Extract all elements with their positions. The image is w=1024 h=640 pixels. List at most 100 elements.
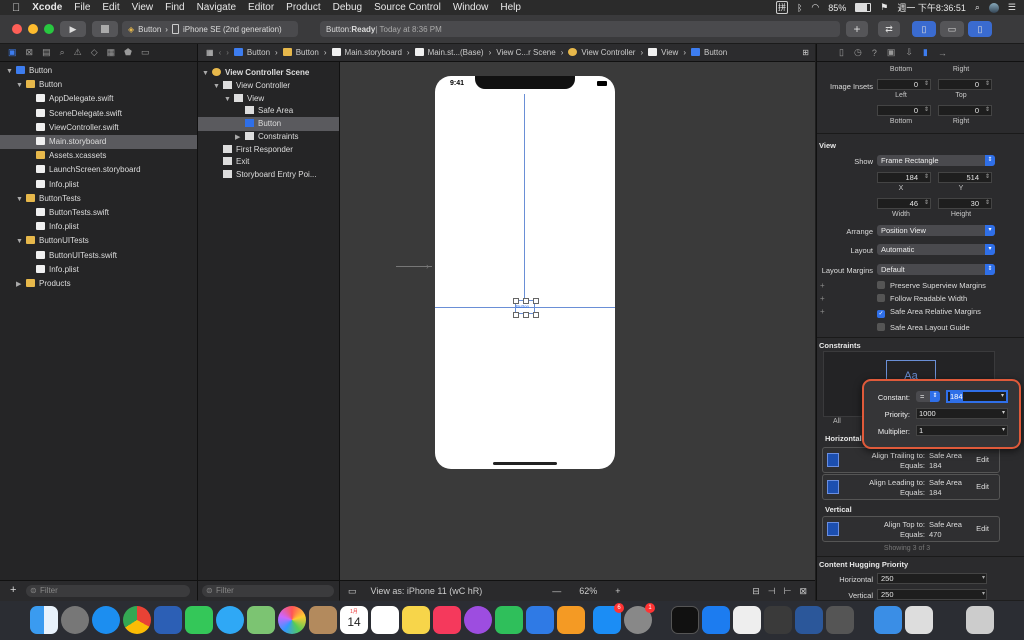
photos-icon[interactable] [278,606,306,634]
inset-right-field[interactable]: 0 ⇕ [938,105,992,116]
outline-scene-title[interactable]: ▼ View Controller Scene [202,66,309,80]
resize-handle[interactable] [513,298,519,304]
minimize-window-button[interactable] [28,24,38,34]
add-constraints-icon[interactable]: ⊢ [784,586,792,597]
menu-product[interactable]: Product [286,2,320,13]
inset-top-field[interactable]: 0 ⇕ [938,79,992,90]
documents-stack-icon[interactable] [905,606,933,634]
constraint-leading-card[interactable]: Align Leading to: Safe Area Equals: 184 … [822,474,1000,500]
menu-navigate[interactable]: Navigate [197,2,236,13]
constant-field[interactable]: 184 ▾ [946,390,1008,403]
size-inspector-icon[interactable]: ▮ [923,47,928,58]
relation-popup[interactable]: = ⇕ [916,391,940,402]
add-editor-icon[interactable]: ⊞ [802,48,809,57]
bluetooth-icon[interactable]: ᛒ [797,3,802,13]
disclosure-triangle-icon[interactable]: ▼ [16,235,26,249]
storyboard-canvas[interactable]: › 9:41 Button [340,62,815,580]
layout-margins-popup[interactable]: Default ⇕ [877,264,995,275]
navigator-item[interactable]: Main.storyboard [0,135,197,149]
debug-icon[interactable]: ▦ [107,47,116,58]
outline-item[interactable]: Storyboard Entry Poi... [198,168,339,182]
follow-readable-width-checkbox[interactable]: Follow Readable Width [877,294,967,303]
jump-view[interactable]: View [648,48,678,57]
calendar-icon[interactable]: 1月 14 [340,606,368,634]
hierarchy-icon[interactable]: ▤ [42,47,51,58]
file-inspector-icon[interactable]: ▯ [839,47,844,58]
edit-constraint-button[interactable]: Edit [976,482,989,491]
forward-icon[interactable]: › [226,48,229,57]
navigator-item[interactable]: ▼ Button [0,78,197,92]
run-button[interactable]: ▶ [60,21,86,37]
menu-source-control[interactable]: Source Control [374,2,441,13]
simulator-icon[interactable] [733,606,761,634]
stop-button[interactable] [92,21,118,37]
attributes-inspector-icon[interactable]: ⇩ [905,47,913,58]
navigator-item[interactable]: ButtonTests.swift [0,206,197,220]
toggle-inspector-button[interactable]: ▯ [968,21,992,37]
scheme-selector[interactable]: ◈ Button › iPhone SE (2nd generation) [122,21,298,37]
activity-monitor-icon[interactable] [671,606,699,634]
screen-capture-icon[interactable] [826,606,854,634]
notification-center-icon[interactable]: ☰ [1008,2,1016,13]
battery-percent[interactable]: 85% [828,3,846,13]
chrome-icon[interactable] [123,606,151,634]
vertical-constraint-line[interactable] [524,94,525,300]
constraint-top-card[interactable]: Align Top to: Safe Area Equals: 470 Edit [822,516,1000,542]
battery-icon[interactable] [855,3,872,12]
instruments-icon[interactable] [764,606,792,634]
stepper-icon[interactable]: ⇕ [924,106,929,115]
jump-button[interactable]: Button [691,48,727,57]
zoom-out-button[interactable]: — [552,586,561,596]
music-icon[interactable] [433,606,461,634]
reminders-icon[interactable] [371,606,399,634]
zoom-in-button[interactable]: + [615,586,620,596]
edit-constraint-button[interactable]: Edit [976,455,989,464]
constraint-trailing-card[interactable]: Align Trailing to: Safe Area Equals: 184… [822,447,1000,473]
apple-menu-icon[interactable]:  [12,2,20,14]
wifi-icon[interactable]: ◠ [811,2,819,13]
xcode-icon[interactable] [702,606,730,634]
disclosure-triangle-icon[interactable]: ▶ [16,278,26,292]
chevron-down-icon[interactable]: ▾ [982,574,985,583]
resize-handle[interactable] [523,298,529,304]
keynote-icon[interactable] [526,606,554,634]
folder-icon[interactable]: ▣ [8,47,17,58]
y-field[interactable]: 514 ⇕ [938,172,992,183]
menu-debug[interactable]: Debug [333,2,362,13]
priority-field[interactable]: 1000 ▾ [916,408,1008,419]
library-button[interactable]: + [846,21,868,37]
toggle-navigator-button[interactable]: ▯ [912,21,936,37]
inset-bottom-field[interactable]: 0 ⇕ [877,105,931,116]
navigator-item[interactable]: ViewController.swift [0,121,197,135]
hugging-vertical-field[interactable]: 250 ▾ [877,589,987,600]
toggle-debug-area-button[interactable]: ▭ [940,21,964,37]
contacts-icon[interactable] [309,606,337,634]
preserve-superview-margins-checkbox[interactable]: Preserve Superview Margins [877,281,986,290]
maps-icon[interactable] [247,606,275,634]
input-method-icon[interactable]: 拼 [775,1,788,14]
plus-icon[interactable]: + [820,281,825,290]
disclosure-triangle-icon[interactable]: ▼ [6,65,16,79]
navigator-item[interactable]: Assets.xcassets [0,149,197,163]
jump-project[interactable]: Button [233,48,270,57]
plus-icon[interactable]: + [820,307,825,316]
navigator-item[interactable]: Info.plist [0,263,197,277]
show-popup[interactable]: Frame Rectangle ⇕ [877,155,995,166]
related-items-icon[interactable]: ▦ [206,48,214,57]
align-icon[interactable]: ⊣ [768,586,776,597]
launchpad-icon[interactable] [61,606,89,634]
menu-editor[interactable]: Editor [248,2,274,13]
stepper-icon[interactable]: ⇕ [924,199,929,208]
chevron-down-icon[interactable]: ▾ [1001,392,1004,401]
resize-handle[interactable] [533,298,539,304]
edit-constraint-button[interactable]: Edit [976,524,989,533]
safari-icon[interactable] [92,606,120,634]
stepper-icon[interactable]: ⇕ [924,173,929,182]
flag-icon[interactable]: ⚑ [880,2,888,13]
close-window-button[interactable] [12,24,22,34]
multiplier-field[interactable]: 1 ▾ [916,425,1008,436]
navigator-item[interactable]: Info.plist [0,178,197,192]
spotlight-search-icon[interactable]: ⌕ [975,2,980,13]
x-field[interactable]: 184 ⇕ [877,172,931,183]
zoom-window-button[interactable] [44,24,54,34]
